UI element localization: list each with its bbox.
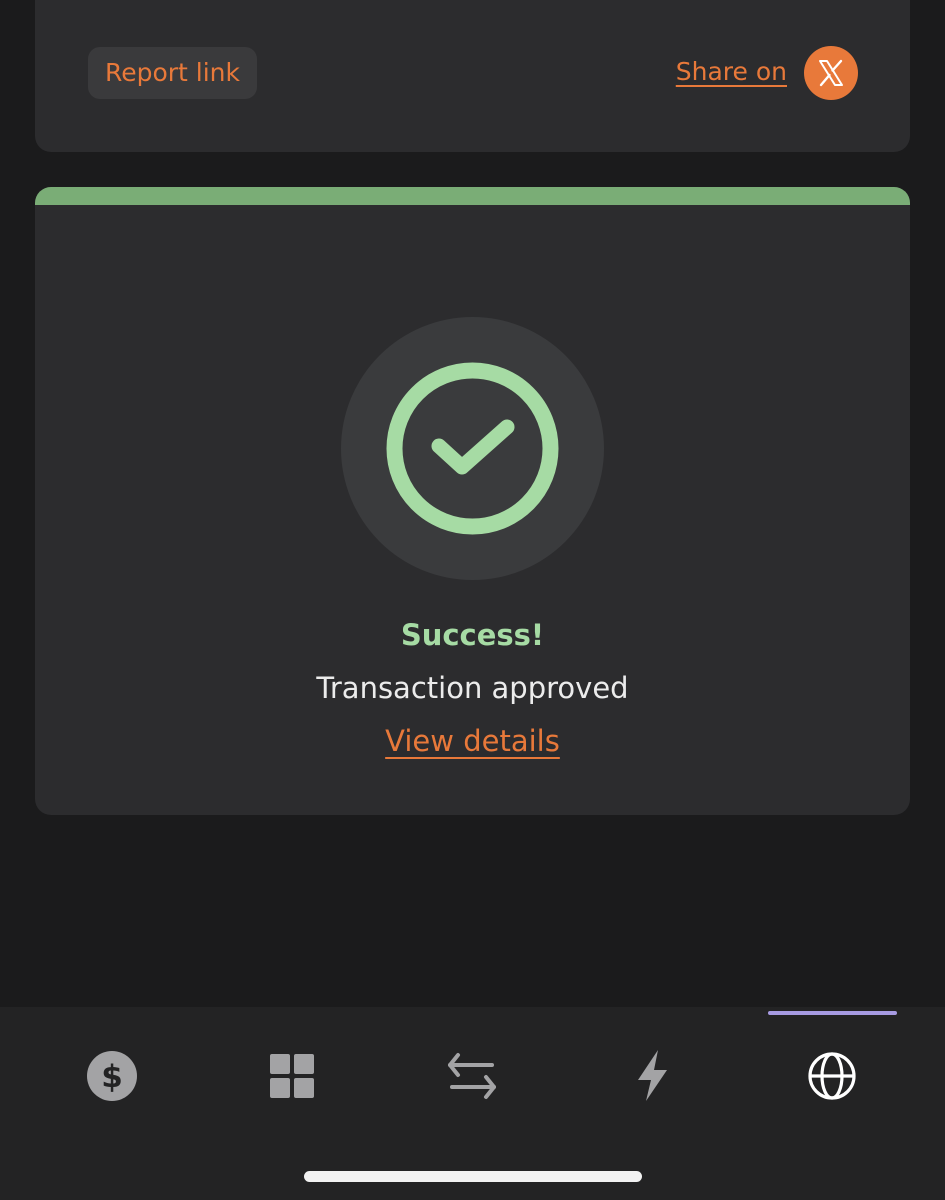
view-details-link[interactable]: View details [385, 724, 560, 758]
lightning-icon [638, 1050, 667, 1101]
status-icon-container [341, 317, 604, 580]
report-link-button[interactable]: Report link [88, 47, 257, 99]
tab-globe[interactable] [802, 1043, 862, 1103]
tab-grid[interactable] [262, 1043, 322, 1103]
success-status-bar [35, 187, 910, 205]
share-on-link[interactable]: Share on [676, 55, 787, 89]
bottom-tab-bar: $ [0, 1007, 945, 1200]
tab-lightning[interactable] [622, 1043, 682, 1103]
x-logo-icon [819, 59, 843, 87]
globe-icon [808, 1052, 856, 1100]
dollar-icon: $ [87, 1051, 137, 1101]
grid-icon [270, 1054, 314, 1098]
share-card: Report link Share on [35, 0, 910, 152]
view-details-row: View details [35, 721, 910, 761]
transaction-result-card: Success! Transaction approved View detai… [35, 187, 910, 815]
swap-arrows-icon [448, 1053, 496, 1099]
active-tab-indicator [768, 1011, 897, 1015]
screen: Report link Share on Success! Transactio… [0, 0, 945, 1200]
success-title: Success! [400, 618, 545, 652]
svg-text:$: $ [101, 1059, 123, 1095]
transaction-message: Transaction approved [316, 671, 629, 705]
share-x-button[interactable] [804, 46, 858, 100]
tab-swap[interactable] [442, 1043, 502, 1103]
check-circle-icon [386, 362, 559, 535]
home-indicator [304, 1171, 642, 1182]
tab-dollar[interactable]: $ [82, 1043, 142, 1103]
